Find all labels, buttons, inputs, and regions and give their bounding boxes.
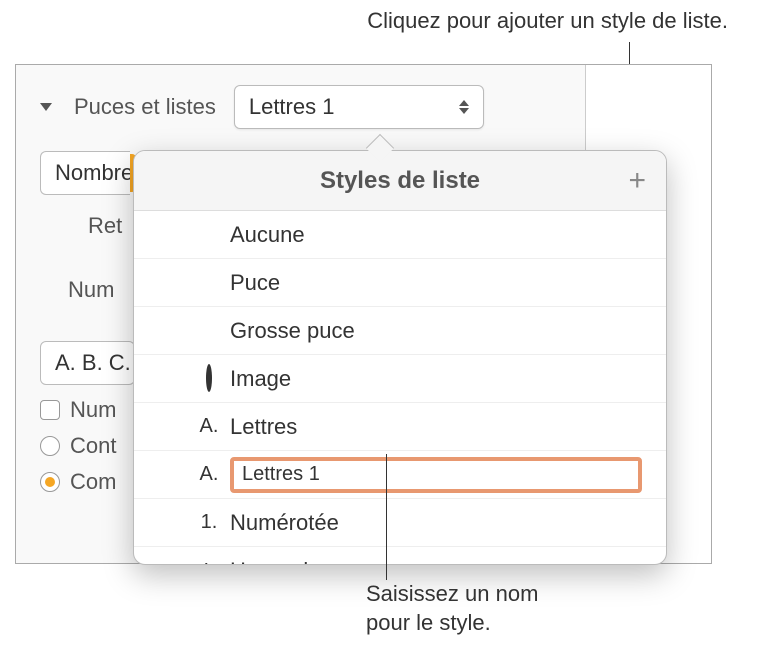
- style-item-big-bullet[interactable]: Grosse puce: [134, 307, 666, 355]
- option-label: Com: [70, 469, 116, 495]
- callout-line2: pour le style.: [366, 609, 538, 638]
- option-label: Cont: [70, 433, 116, 459]
- disclosure-triangle-icon[interactable]: [40, 103, 52, 111]
- style-label: Puce: [230, 270, 280, 296]
- list-styles-popover: Styles de liste + Aucune Puce Grosse puc…: [133, 150, 667, 565]
- style-item-none[interactable]: Aucune: [134, 211, 666, 259]
- popover-header: Styles de liste +: [134, 151, 666, 211]
- letter-marker: A.: [194, 463, 224, 486]
- radio-icon[interactable]: [40, 472, 60, 492]
- checkbox-icon[interactable]: [40, 400, 60, 420]
- circle-icon: [194, 367, 224, 390]
- style-list: Aucune Puce Grosse puce Image A. Lettres…: [134, 211, 666, 565]
- style-item-numbered[interactable]: 1. Numérotée: [134, 499, 666, 547]
- style-item-letters-1-editing[interactable]: A. Lettres 1: [134, 451, 666, 499]
- leader-line-bottom: [386, 454, 387, 580]
- number-format-dropdown[interactable]: A. B. C.: [40, 341, 135, 385]
- roman-marker: I.: [194, 560, 224, 566]
- option-label: Num: [70, 397, 116, 423]
- number-dropdown[interactable]: Nombre: [40, 151, 130, 195]
- input-value: Lettres 1: [242, 463, 320, 486]
- radio-icon[interactable]: [40, 436, 60, 456]
- popover-title: Styles de liste: [320, 167, 480, 195]
- style-label: Numérotée: [230, 510, 339, 536]
- style-label: Harvard: [230, 558, 308, 565]
- style-item-image[interactable]: Image: [134, 355, 666, 403]
- style-name-input[interactable]: Lettres 1: [230, 457, 642, 493]
- section-label: Puces et listes: [74, 94, 216, 120]
- style-item-harvard[interactable]: I. Harvard: [134, 547, 666, 565]
- list-style-dropdown[interactable]: Lettres 1: [234, 85, 484, 129]
- dropdown-value: Lettres 1: [249, 94, 335, 120]
- style-label: Grosse puce: [230, 318, 355, 344]
- callout-line1: Saisissez un nom: [366, 580, 538, 609]
- style-label: Lettres: [230, 414, 297, 440]
- callout-enter-name: Saisissez un nom pour le style.: [366, 580, 538, 637]
- style-item-bullet[interactable]: Puce: [134, 259, 666, 307]
- chevrons-icon: [459, 100, 469, 114]
- letter-marker: A.: [194, 415, 224, 438]
- style-label: Aucune: [230, 222, 305, 248]
- style-item-letters[interactable]: A. Lettres: [134, 403, 666, 451]
- add-style-button[interactable]: +: [628, 166, 646, 196]
- style-label: Image: [230, 366, 291, 392]
- bullets-lists-row: Puces et listes Lettres 1: [40, 85, 561, 129]
- number-marker: 1.: [194, 511, 224, 534]
- callout-add-style: Cliquez pour ajouter un style de liste.: [367, 8, 728, 34]
